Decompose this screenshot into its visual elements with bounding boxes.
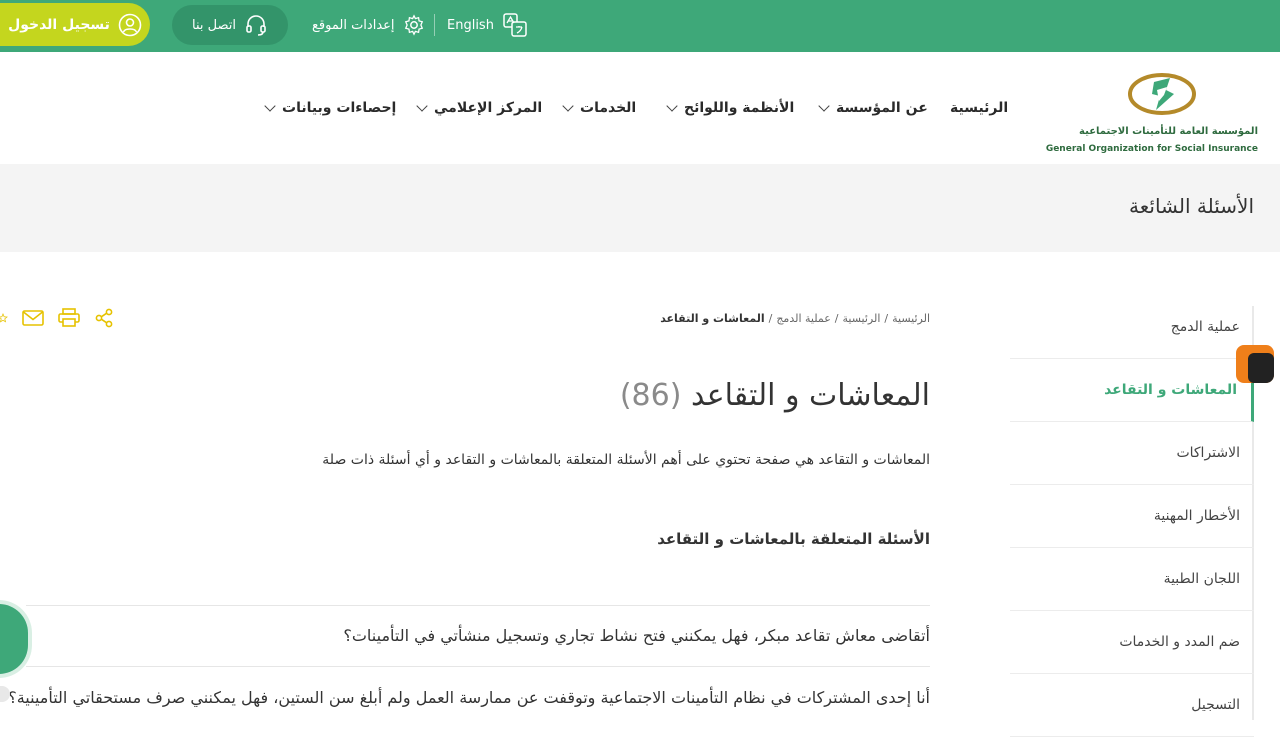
questions-heading: الأسئلة المتعلقة بالمعاشات و التقاعد	[657, 530, 930, 548]
nav-media-label: المركز الإعلامي	[434, 100, 543, 116]
chevron-down-icon	[264, 100, 276, 112]
topbar-divider	[434, 14, 435, 36]
breadcrumb-home-2[interactable]: الرئيسية	[843, 312, 881, 325]
gosi-logo[interactable]: المؤسسة العامة للتأمينات الاجتماعية Gene…	[1046, 64, 1262, 154]
share-icon[interactable]	[94, 308, 114, 328]
user-icon	[118, 13, 142, 36]
question-divider	[26, 666, 930, 667]
sidebar-item-merge[interactable]: عملية الدمج	[1010, 296, 1254, 359]
sidebar-item-periods-services[interactable]: ضم المدد و الخدمات	[1010, 611, 1254, 674]
breadcrumb-home[interactable]: الرئيسية	[892, 312, 930, 325]
nav-stats-label: إحصاءات وبيانات	[282, 100, 397, 116]
contact-label: اتصل بنا	[192, 17, 236, 33]
sidebar-item-registration[interactable]: التسجيل	[1010, 674, 1254, 737]
sidebar-item-label: التسجيل	[1191, 697, 1240, 713]
email-icon[interactable]	[22, 309, 44, 327]
nav-regulations-label: الأنظمة واللوائح	[684, 100, 795, 116]
login-button[interactable]: تسجيل الدخول	[0, 3, 150, 46]
contact-button[interactable]: اتصل بنا	[172, 5, 288, 45]
nav-services-label: الخدمات	[580, 100, 637, 116]
print-icon[interactable]	[58, 308, 80, 328]
breadcrumb: الرئيسية / الرئيسية / عملية الدمج / المع…	[660, 312, 930, 325]
faq-category-sidebar: عملية الدمج المعاشات و التقاعد الاشتراكا…	[1010, 296, 1254, 737]
nav-home-label: الرئيسية	[950, 100, 1009, 116]
logo-arabic-name: المؤسسة العامة للتأمينات الاجتماعية	[1079, 126, 1258, 137]
chevron-down-icon	[666, 100, 678, 112]
section-title: المعاشات و التقاعد (86)	[620, 378, 930, 413]
chevron-down-icon	[416, 100, 428, 112]
login-label: تسجيل الدخول	[8, 16, 110, 33]
floating-widget-button[interactable]	[1236, 345, 1274, 383]
sidebar-item-label: اللجان الطبية	[1163, 571, 1240, 587]
sidebar-item-contributions[interactable]: الاشتراكات	[1010, 422, 1254, 485]
sidebar-item-label: عملية الدمج	[1170, 319, 1240, 335]
widget-icon	[1248, 353, 1274, 383]
site-settings-link[interactable]: إعدادات الموقع	[312, 12, 425, 38]
breadcrumb-separator: /	[834, 312, 839, 325]
chevron-down-icon	[562, 100, 574, 112]
nav-home[interactable]: الرئيسية	[950, 100, 1008, 116]
star-icon[interactable]	[0, 308, 8, 328]
gear-icon	[404, 14, 423, 36]
site-settings-label: إعدادات الموقع	[312, 17, 395, 33]
nav-regulations[interactable]: الأنظمة واللوائح	[666, 100, 795, 116]
sidebar-item-pensions[interactable]: المعاشات و التقاعد	[1010, 359, 1254, 422]
sidebar-item-label: ضم المدد و الخدمات	[1119, 634, 1240, 650]
chevron-down-icon	[818, 100, 830, 112]
faq-question[interactable]: أنا إحدى المشتركات في نظام التأمينات الا…	[8, 688, 930, 707]
question-divider	[26, 605, 930, 606]
section-title-text: المعاشات و التقاعد	[690, 378, 930, 413]
nav-services[interactable]: الخدمات	[562, 100, 637, 116]
breadcrumb-separator: /	[884, 312, 889, 325]
breadcrumb-merge[interactable]: عملية الدمج	[776, 312, 830, 325]
breadcrumb-separator: /	[768, 312, 773, 325]
sidebar-item-medical-committees[interactable]: اللجان الطبية	[1010, 548, 1254, 611]
question-count: (86)	[619, 378, 682, 413]
main-header: إحصاءات وبيانات المركز الإعلامي الخدمات …	[0, 52, 1280, 164]
sidebar-item-label: الاشتراكات	[1176, 445, 1240, 461]
sidebar-item-label: الأخطار المهنية	[1153, 508, 1240, 524]
nav-stats[interactable]: إحصاءات وبيانات	[264, 100, 397, 116]
page-title-band: الأسئلة الشائعة	[0, 164, 1280, 252]
logo-english-name: General Organization for Social Insuranc…	[1045, 144, 1258, 154]
breadcrumb-current: المعاشات و التقاعد	[660, 312, 765, 325]
chat-support-button[interactable]	[0, 604, 28, 674]
sidebar-item-label: المعاشات و التقاعد	[1104, 382, 1237, 398]
page-title: الأسئلة الشائعة	[1129, 194, 1254, 218]
sidebar-item-occupational-hazards[interactable]: الأخطار المهنية	[1010, 485, 1254, 548]
section-intro: المعاشات و التقاعد هي صفحة تحتوي على أهم…	[322, 452, 930, 468]
page-tools	[0, 306, 114, 330]
headset-icon	[246, 15, 266, 36]
language-switch[interactable]: English	[447, 12, 528, 38]
language-label: English	[447, 17, 494, 33]
translate-icon	[503, 13, 527, 37]
gosi-emblem-icon	[1128, 73, 1196, 115]
nav-media[interactable]: المركز الإعلامي	[416, 100, 543, 116]
faq-question[interactable]: أتقاضى معاش تقاعد مبكر، فهل يمكنني فتح ن…	[343, 626, 930, 645]
top-utility-bar: تسجيل الدخول اتصل بنا إعدادات الموقع Eng…	[0, 0, 1280, 52]
nav-about[interactable]: عن المؤسسة	[818, 100, 928, 116]
nav-about-label: عن المؤسسة	[836, 100, 928, 116]
